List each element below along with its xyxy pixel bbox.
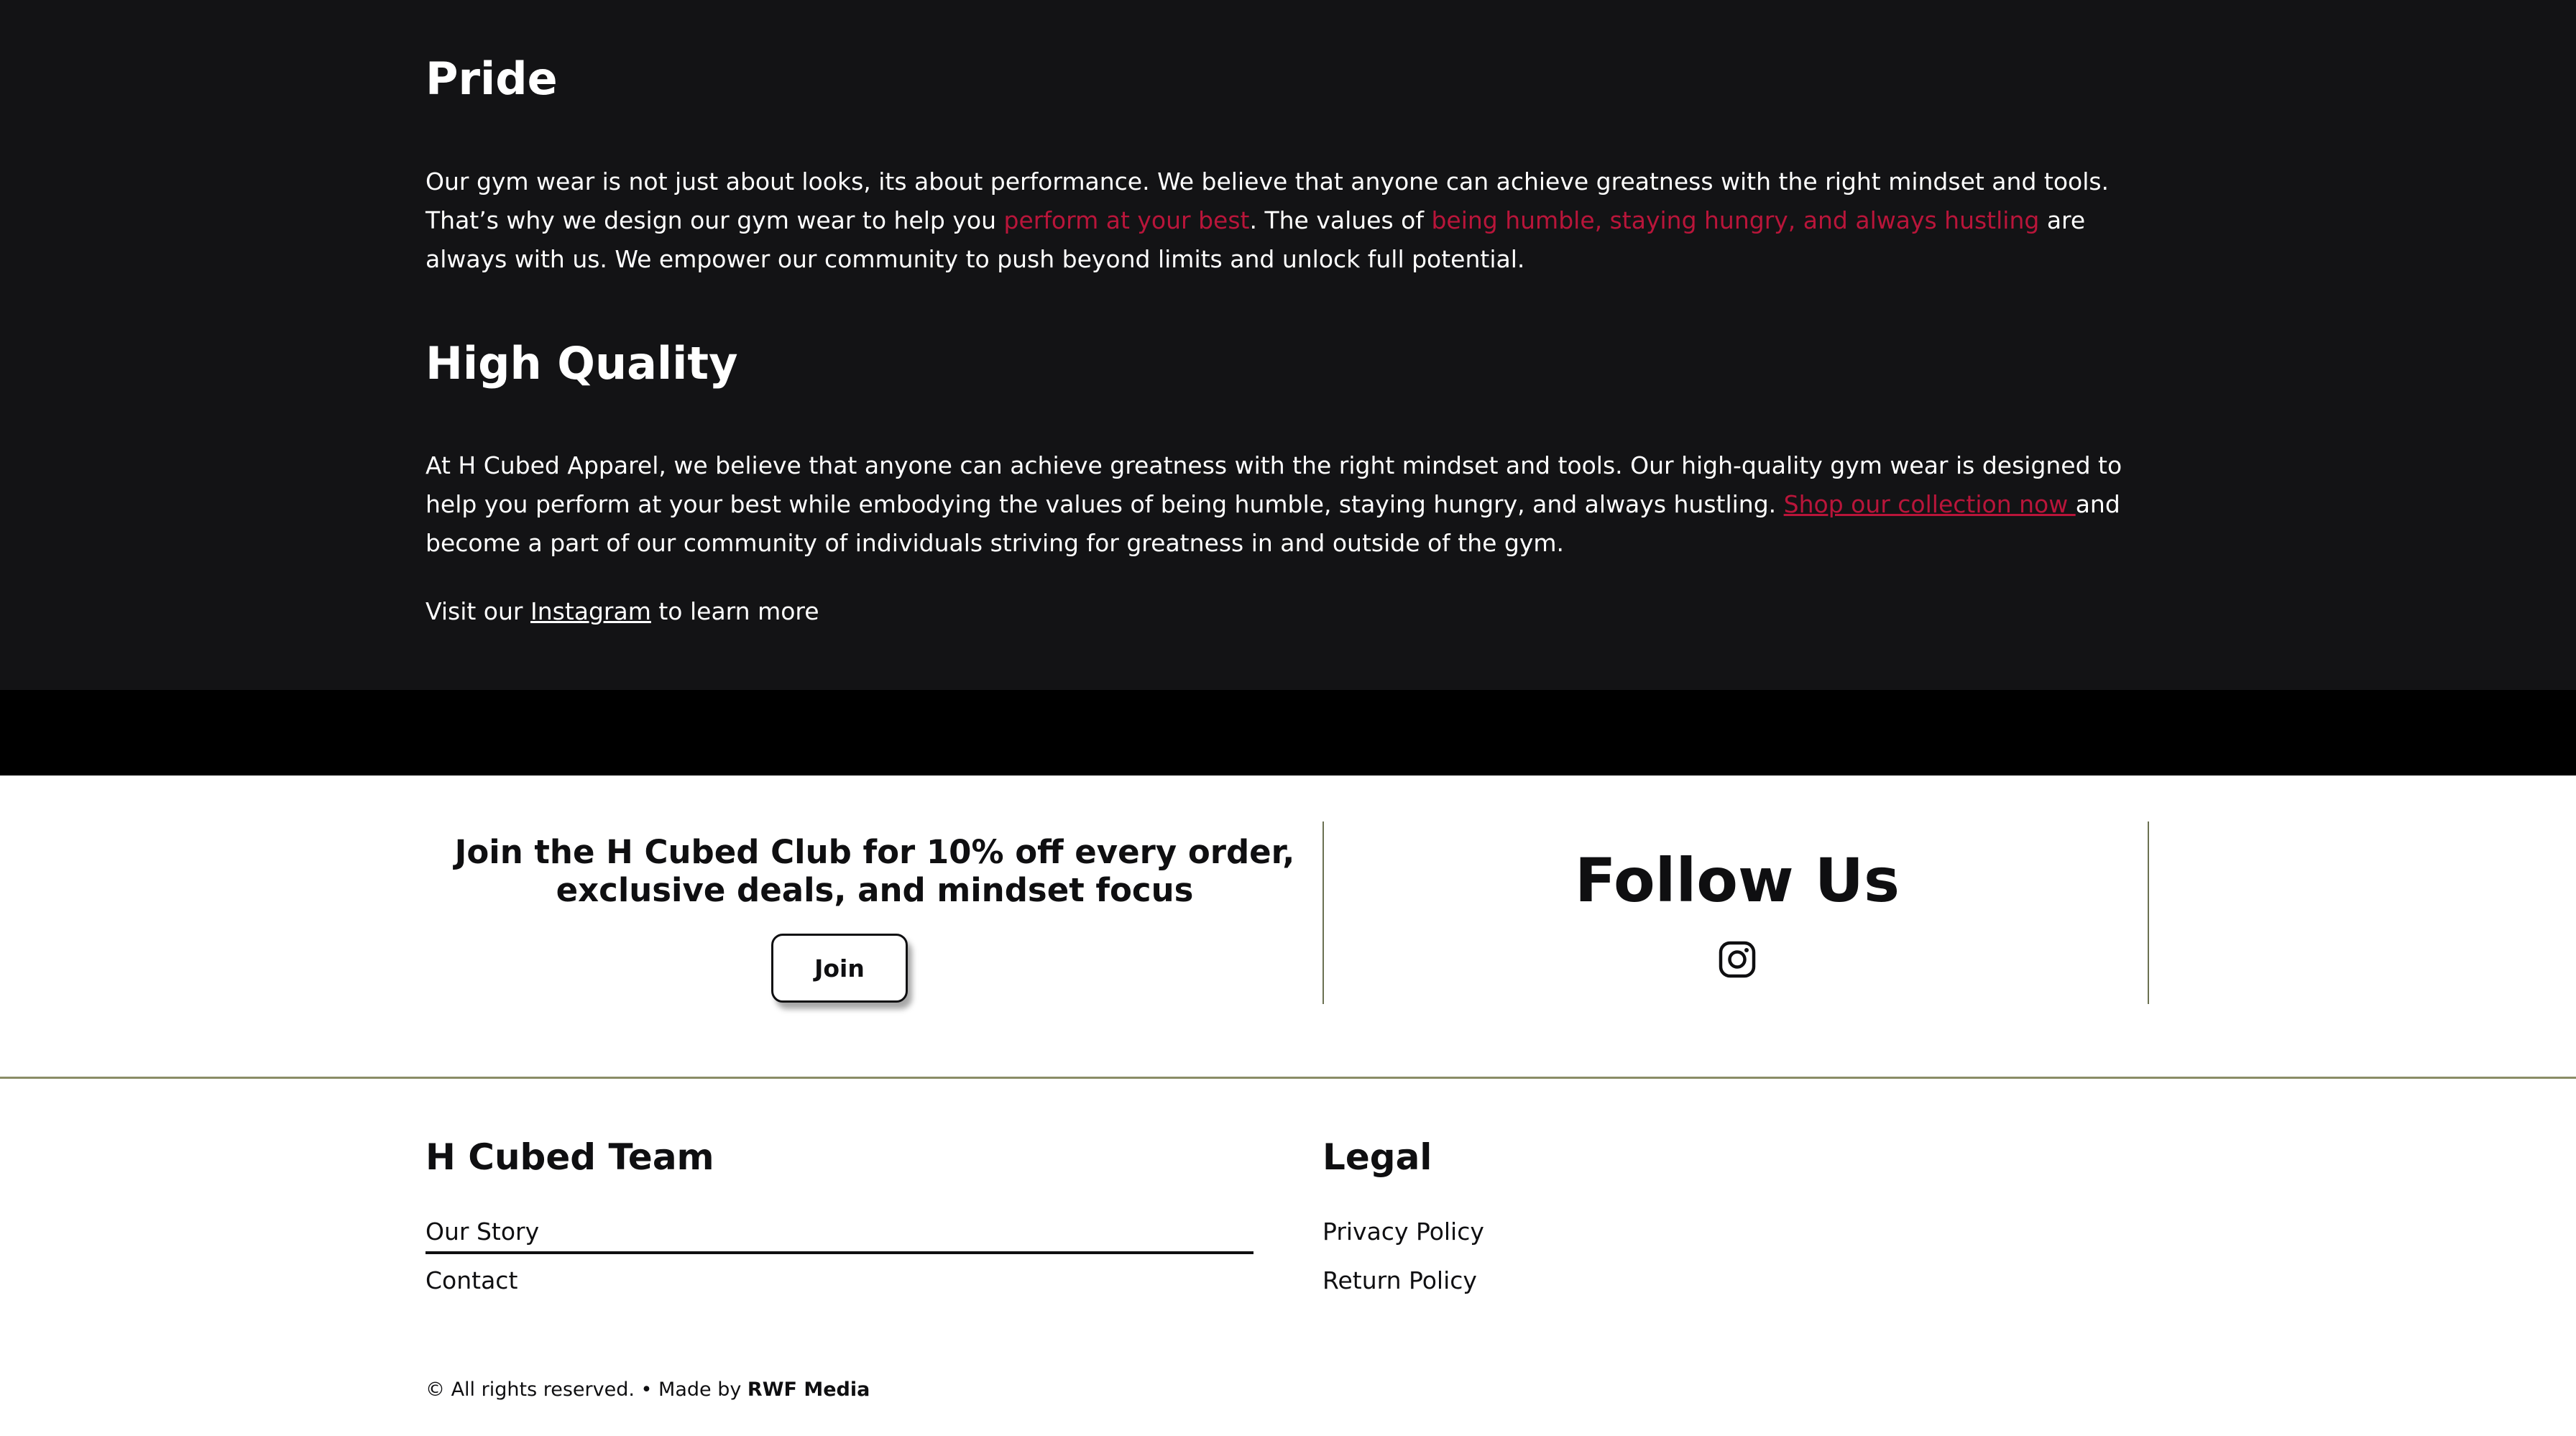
quality-paragraph: At H Cubed Apparel, we believe that anyo… [426,446,2136,563]
copyright: © All rights reserved. • Made by RWF Med… [426,1377,870,1403]
join-club-title: Join the H Cubed Club for 10% off every … [426,833,1324,909]
join-button[interactable]: Join [771,934,908,1003]
follow-us-title: Follow Us [1574,845,1900,916]
shop-collection-link[interactable]: Shop our collection now [1784,490,2076,518]
our-story-link[interactable]: Our Story [426,1216,539,1248]
highlight-perform: perform at your best [1003,206,1250,234]
pride-text: Our gym wear is not just about looks, it… [426,162,2136,279]
pride-text-part: . The values of [1249,206,1432,234]
join-title-line: exclusive deals, and mindset focus [556,871,1194,909]
vertical-divider [2148,821,2149,1004]
copyright-text: © All rights reserved. • Made by [426,1379,748,1401]
visit-text: Visit our Instagram to learn more [426,592,2136,631]
quality-text: At H Cubed Apparel, we believe that anyo… [426,446,2136,563]
join-club-column: Join the H Cubed Club for 10% off every … [426,775,1324,1079]
pride-paragraph: Our gym wear is not just about looks, it… [426,162,2136,279]
join-title-line: Join the H Cubed Club for 10% off every … [454,833,1295,871]
instagram-icon[interactable] [1718,940,1757,979]
team-heading: H Cubed Team [426,1136,714,1178]
visit-text-part: to learn more [650,597,819,625]
contact-link[interactable]: Contact [426,1265,518,1297]
follow-us-column: Follow Us [1324,775,2150,1079]
privacy-policy-link[interactable]: Privacy Policy [1322,1216,1484,1248]
pride-title: Pride [426,52,558,105]
pride-heading: Pride [426,50,2136,108]
return-policy-link[interactable]: Return Policy [1322,1265,1477,1297]
quality-heading: High Quality [426,335,2136,392]
visit-instagram: Visit our Instagram to learn more [426,592,2136,631]
active-underline [426,1251,1254,1254]
instagram-link[interactable]: Instagram [530,597,651,625]
about-section: Pride Our gym wear is not just about loo… [0,0,2576,690]
visit-text-part: Visit our [426,597,530,625]
agency-credit[interactable]: RWF Media [748,1379,870,1401]
highlight-values: being humble, staying hungry, and always… [1431,206,2040,234]
quality-title: High Quality [426,337,738,390]
club-promo-section: Join the H Cubed Club for 10% off every … [0,775,2576,1079]
black-band [0,690,2576,775]
legal-heading: Legal [1322,1136,1432,1178]
site-footer: H Cubed Team Our Story Contact Legal Pri… [0,1081,2576,1436]
